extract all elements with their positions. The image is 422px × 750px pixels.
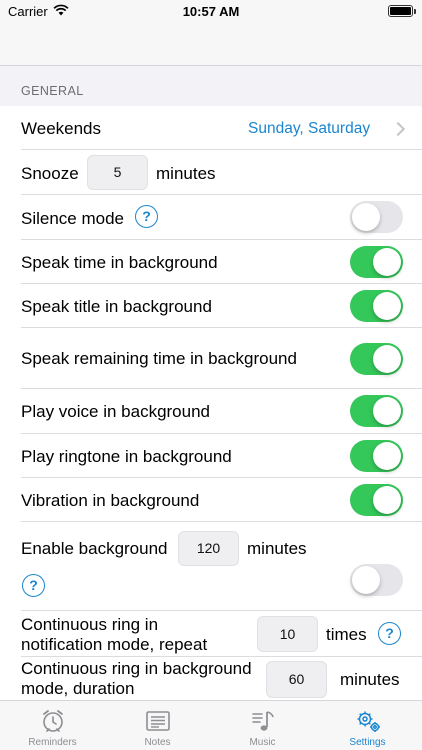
tab-bar: Reminders Notes Music Settings (0, 700, 422, 750)
vibration-row: Vibration in background (0, 478, 422, 522)
help-icon[interactable]: ? (22, 574, 45, 597)
enable-background-label: Enable background (21, 539, 168, 558)
continuous-ring-repeat-unit-label: times (326, 625, 367, 644)
enable-background-row: Enable background 120 minutes ? (0, 522, 422, 611)
play-voice-row: Play voice in background (0, 389, 422, 434)
vibration-label: Vibration in background (21, 491, 200, 510)
play-ringtone-row: Play ringtone in background (0, 434, 422, 478)
snooze-unit-label: minutes (156, 164, 216, 183)
enable-background-unit-label: minutes (247, 539, 307, 558)
continuous-ring-background-row: Continuous ring in background mode, dura… (0, 657, 422, 700)
tab-reminders-label: Reminders (28, 737, 77, 748)
speak-remaining-toggle[interactable] (350, 343, 403, 375)
tab-notes[interactable]: Notes (105, 701, 210, 750)
enable-background-toggle[interactable] (350, 564, 403, 596)
continuous-ring-duration-unit-label: minutes (340, 670, 400, 689)
continuous-ring-repeat-input[interactable]: 10 (257, 616, 318, 652)
vibration-toggle[interactable] (350, 484, 403, 516)
snooze-row: Snooze 5 minutes (0, 150, 422, 195)
weekends-value: Sunday, Saturday (248, 120, 371, 137)
silence-mode-label: Silence mode (21, 209, 125, 228)
section-header-general: GENERAL (21, 84, 84, 98)
speak-remaining-label: Speak remaining time in background (21, 349, 297, 368)
tab-music-label: Music (249, 737, 276, 748)
speak-time-toggle[interactable] (350, 246, 403, 278)
continuous-ring-notification-label-line2: notification mode, repeat (21, 635, 208, 654)
speak-title-toggle[interactable] (350, 290, 403, 322)
continuous-ring-notification-label: Continuous ring in notification mode, re… (21, 615, 207, 655)
tab-settings-label: Settings (349, 737, 386, 748)
status-bar: Carrier 10:57 AM (0, 0, 422, 24)
chevron-right-icon (390, 121, 406, 137)
play-ringtone-toggle[interactable] (350, 440, 403, 472)
snooze-minutes-input[interactable]: 5 (87, 155, 148, 190)
play-voice-toggle[interactable] (350, 395, 403, 427)
battery-icon (388, 5, 413, 17)
continuous-ring-background-label-line2: mode, duration (21, 679, 135, 698)
continuous-ring-duration-input[interactable]: 60 (266, 661, 327, 698)
play-ringtone-label: Play ringtone in background (21, 447, 232, 466)
navigation-bar (0, 24, 422, 66)
help-icon[interactable]: ? (378, 622, 401, 645)
silence-mode-row: Silence mode ? (0, 195, 422, 240)
notes-icon (146, 711, 170, 731)
tab-reminders[interactable]: Reminders (0, 701, 105, 750)
gear-icon (357, 711, 380, 732)
tab-notes-label: Notes (144, 737, 171, 748)
continuous-ring-notification-row: Continuous ring in notification mode, re… (0, 611, 422, 657)
silence-mode-toggle[interactable] (350, 201, 403, 233)
clock-icon (43, 710, 63, 732)
continuous-ring-notification-label-line1: Continuous ring in (21, 615, 159, 634)
weekends-label: Weekends (21, 119, 102, 138)
weekends-row[interactable]: Weekends Sunday, Saturday (0, 106, 422, 150)
continuous-ring-background-label-line1: Continuous ring in background (21, 659, 252, 678)
battery-tip (414, 9, 416, 14)
speak-title-row: Speak title in background (0, 284, 422, 328)
status-time: 10:57 AM (182, 4, 240, 19)
continuous-ring-background-label: Continuous ring in background mode, dura… (21, 659, 252, 699)
speak-time-row: Speak time in background (0, 240, 422, 284)
snooze-label: Snooze (21, 164, 79, 183)
speak-time-label: Speak time in background (21, 253, 218, 272)
speak-title-label: Speak title in background (21, 297, 212, 316)
tab-settings[interactable]: Settings (315, 701, 420, 750)
help-icon[interactable]: ? (135, 205, 158, 228)
tab-music[interactable]: Music (210, 701, 315, 750)
speak-remaining-row: Speak remaining time in background (0, 328, 422, 389)
enable-background-minutes-input[interactable]: 120 (178, 531, 239, 566)
play-voice-label: Play voice in background (21, 402, 211, 421)
music-icon (252, 711, 274, 731)
